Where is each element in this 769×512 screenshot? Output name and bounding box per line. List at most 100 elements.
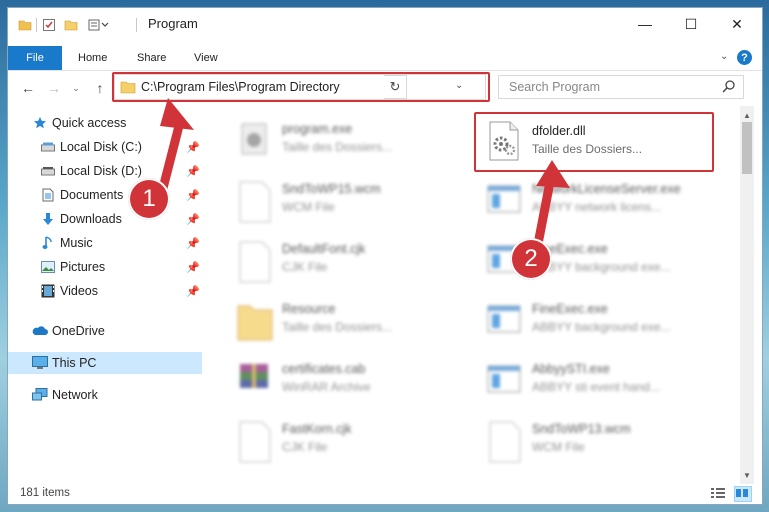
close-button[interactable]: ✕ — [714, 8, 760, 40]
help-button[interactable]: ? — [737, 50, 752, 65]
file-name: FineExec.exe — [532, 302, 608, 316]
sidebar-item-label: Quick access — [52, 116, 127, 130]
file-type: WCM File — [282, 200, 335, 214]
file-type: Taille des Dossiers... — [282, 320, 393, 334]
new-folder-icon[interactable] — [64, 17, 78, 33]
document-file-icon — [234, 418, 276, 466]
file-name: SndToWP15.wcm — [282, 182, 381, 196]
pin-icon[interactable]: 📌 — [186, 237, 200, 250]
file-item[interactable]: SndToWP15.wcm WCM File — [234, 178, 474, 234]
customize-toolbar-icon[interactable] — [88, 17, 112, 33]
download-icon — [40, 211, 56, 227]
sidebar-item-label: Local Disk (C:) — [60, 140, 142, 154]
vertical-scrollbar[interactable]: ▲ ▼ — [740, 106, 754, 484]
item-count: 181 items — [20, 487, 70, 499]
file-name: FastKorn.cjk — [282, 422, 352, 436]
file-name: AbbyySTI.exe — [532, 362, 610, 376]
file-type: CJK File — [282, 260, 328, 274]
pictures-icon — [40, 259, 56, 275]
pin-icon[interactable]: 📌 — [186, 213, 200, 226]
file-item[interactable]: FastKorn.cjk CJK File — [234, 418, 474, 474]
file-item[interactable]: program.exe Taille des Dossiers... — [234, 118, 474, 174]
file-name: SndToWP13.wcm — [532, 422, 631, 436]
pin-icon[interactable]: 📌 — [186, 261, 200, 274]
step-1-badge: 1 — [128, 178, 170, 220]
sidebar-item-label: Local Disk (D:) — [60, 164, 142, 178]
videos-icon — [40, 283, 56, 299]
scroll-down-arrow-icon[interactable]: ▼ — [740, 468, 754, 482]
ribbon-tabs: File Home Share View ⌄ ? — [8, 46, 762, 71]
chevron-down-icon[interactable]: ⌄ — [720, 51, 728, 62]
folder-icon[interactable] — [18, 17, 32, 33]
file-item[interactable]: Resource Taille des Dossiers... — [234, 298, 474, 354]
maximize-button[interactable]: ☐ — [668, 8, 714, 40]
document-file-icon — [484, 418, 526, 466]
sidebar-item-pictures[interactable]: Pictures 📌 — [8, 256, 202, 278]
separator — [36, 18, 37, 32]
scrollbar-thumb[interactable] — [742, 122, 752, 174]
file-type: ABBYY background exe... — [532, 260, 671, 274]
file-type: CJK File — [282, 440, 328, 454]
file-item[interactable]: DefaultFont.cjk CJK File — [234, 238, 474, 294]
file-item[interactable]: certificates.cab WinRAR Archive — [234, 358, 474, 414]
file-explorer-window: Program — ☐ ✕ File Home Share View ⌄ ? ←… — [8, 8, 762, 504]
exe-window-icon — [484, 298, 526, 346]
pin-icon[interactable]: 📌 — [186, 285, 200, 298]
sidebar-item-label: Downloads — [60, 212, 122, 226]
large-icons-view-icon[interactable] — [734, 486, 752, 502]
cloud-icon — [32, 323, 48, 339]
folder-icon — [234, 298, 276, 346]
sidebar-item-label: Pictures — [60, 260, 106, 274]
minimize-button[interactable]: — — [622, 8, 668, 40]
sidebar-item-videos[interactable]: Videos 📌 — [8, 280, 202, 302]
file-type: ABBYY sti event hand... — [532, 380, 660, 394]
highlight-dll-box — [474, 112, 714, 172]
sidebar-item-onedrive[interactable]: OneDrive — [8, 320, 202, 342]
search-icon[interactable] — [721, 79, 737, 95]
file-type: WinRAR Archive — [282, 380, 371, 394]
sidebar-item-downloads[interactable]: Downloads 📌 — [8, 208, 202, 230]
sidebar-item-this-pc[interactable]: This PC — [8, 352, 202, 374]
scroll-up-arrow-icon[interactable]: ▲ — [740, 108, 754, 122]
step-2-badge: 2 — [510, 238, 552, 280]
tab-view[interactable]: View — [194, 46, 218, 70]
search-box[interactable]: Search Program — [498, 75, 744, 99]
details-view-icon[interactable] — [710, 486, 726, 500]
file-type: WCM File — [532, 440, 585, 454]
file-item[interactable]: SndToWP13.wcm WCM File — [484, 418, 724, 474]
tab-home[interactable]: Home — [78, 46, 107, 70]
file-item[interactable]: FineExec.exe ABBYY background exe... — [484, 298, 724, 354]
window-title: Program — [148, 16, 198, 31]
properties-check-icon[interactable] — [42, 17, 56, 33]
back-arrow-icon[interactable]: ← — [18, 78, 38, 98]
up-arrow-icon[interactable]: ↑ — [90, 78, 110, 98]
music-icon — [40, 235, 56, 251]
file-type: Taille des Dossiers... — [282, 140, 393, 154]
document-file-icon — [234, 178, 276, 226]
exe-file-icon — [234, 118, 276, 166]
search-input[interactable]: Search Program — [509, 80, 600, 94]
sidebar-item-label: Music — [60, 236, 93, 250]
sidebar-item-label: This PC — [52, 356, 97, 370]
file-name: program.exe — [282, 122, 353, 136]
sidebar-item-label: Documents — [60, 188, 124, 202]
separator — [136, 18, 137, 32]
file-name: DefaultFont.cjk — [282, 242, 366, 256]
exe-window-icon — [484, 178, 526, 226]
archive-file-icon — [234, 358, 276, 406]
forward-arrow-icon[interactable]: → — [44, 78, 64, 98]
tab-share[interactable]: Share — [137, 46, 166, 70]
exe-window-icon — [484, 358, 526, 406]
sidebar-item-music[interactable]: Music 📌 — [8, 232, 202, 254]
file-item[interactable]: NetworkLicenseServer.exe ABBYY network l… — [484, 178, 724, 234]
step-2-arrow — [533, 160, 570, 249]
document-file-icon — [234, 238, 276, 286]
drive-icon — [40, 139, 56, 155]
tab-file[interactable]: File — [8, 46, 62, 70]
sidebar-item-network[interactable]: Network — [8, 384, 202, 406]
star-icon — [32, 115, 48, 131]
sidebar-item-label: OneDrive — [52, 324, 105, 338]
network-icon — [32, 387, 48, 403]
file-item[interactable]: AbbyySTI.exe ABBYY sti event hand... — [484, 358, 724, 414]
recent-locations-chevron-icon[interactable]: ⌄ — [66, 78, 86, 98]
